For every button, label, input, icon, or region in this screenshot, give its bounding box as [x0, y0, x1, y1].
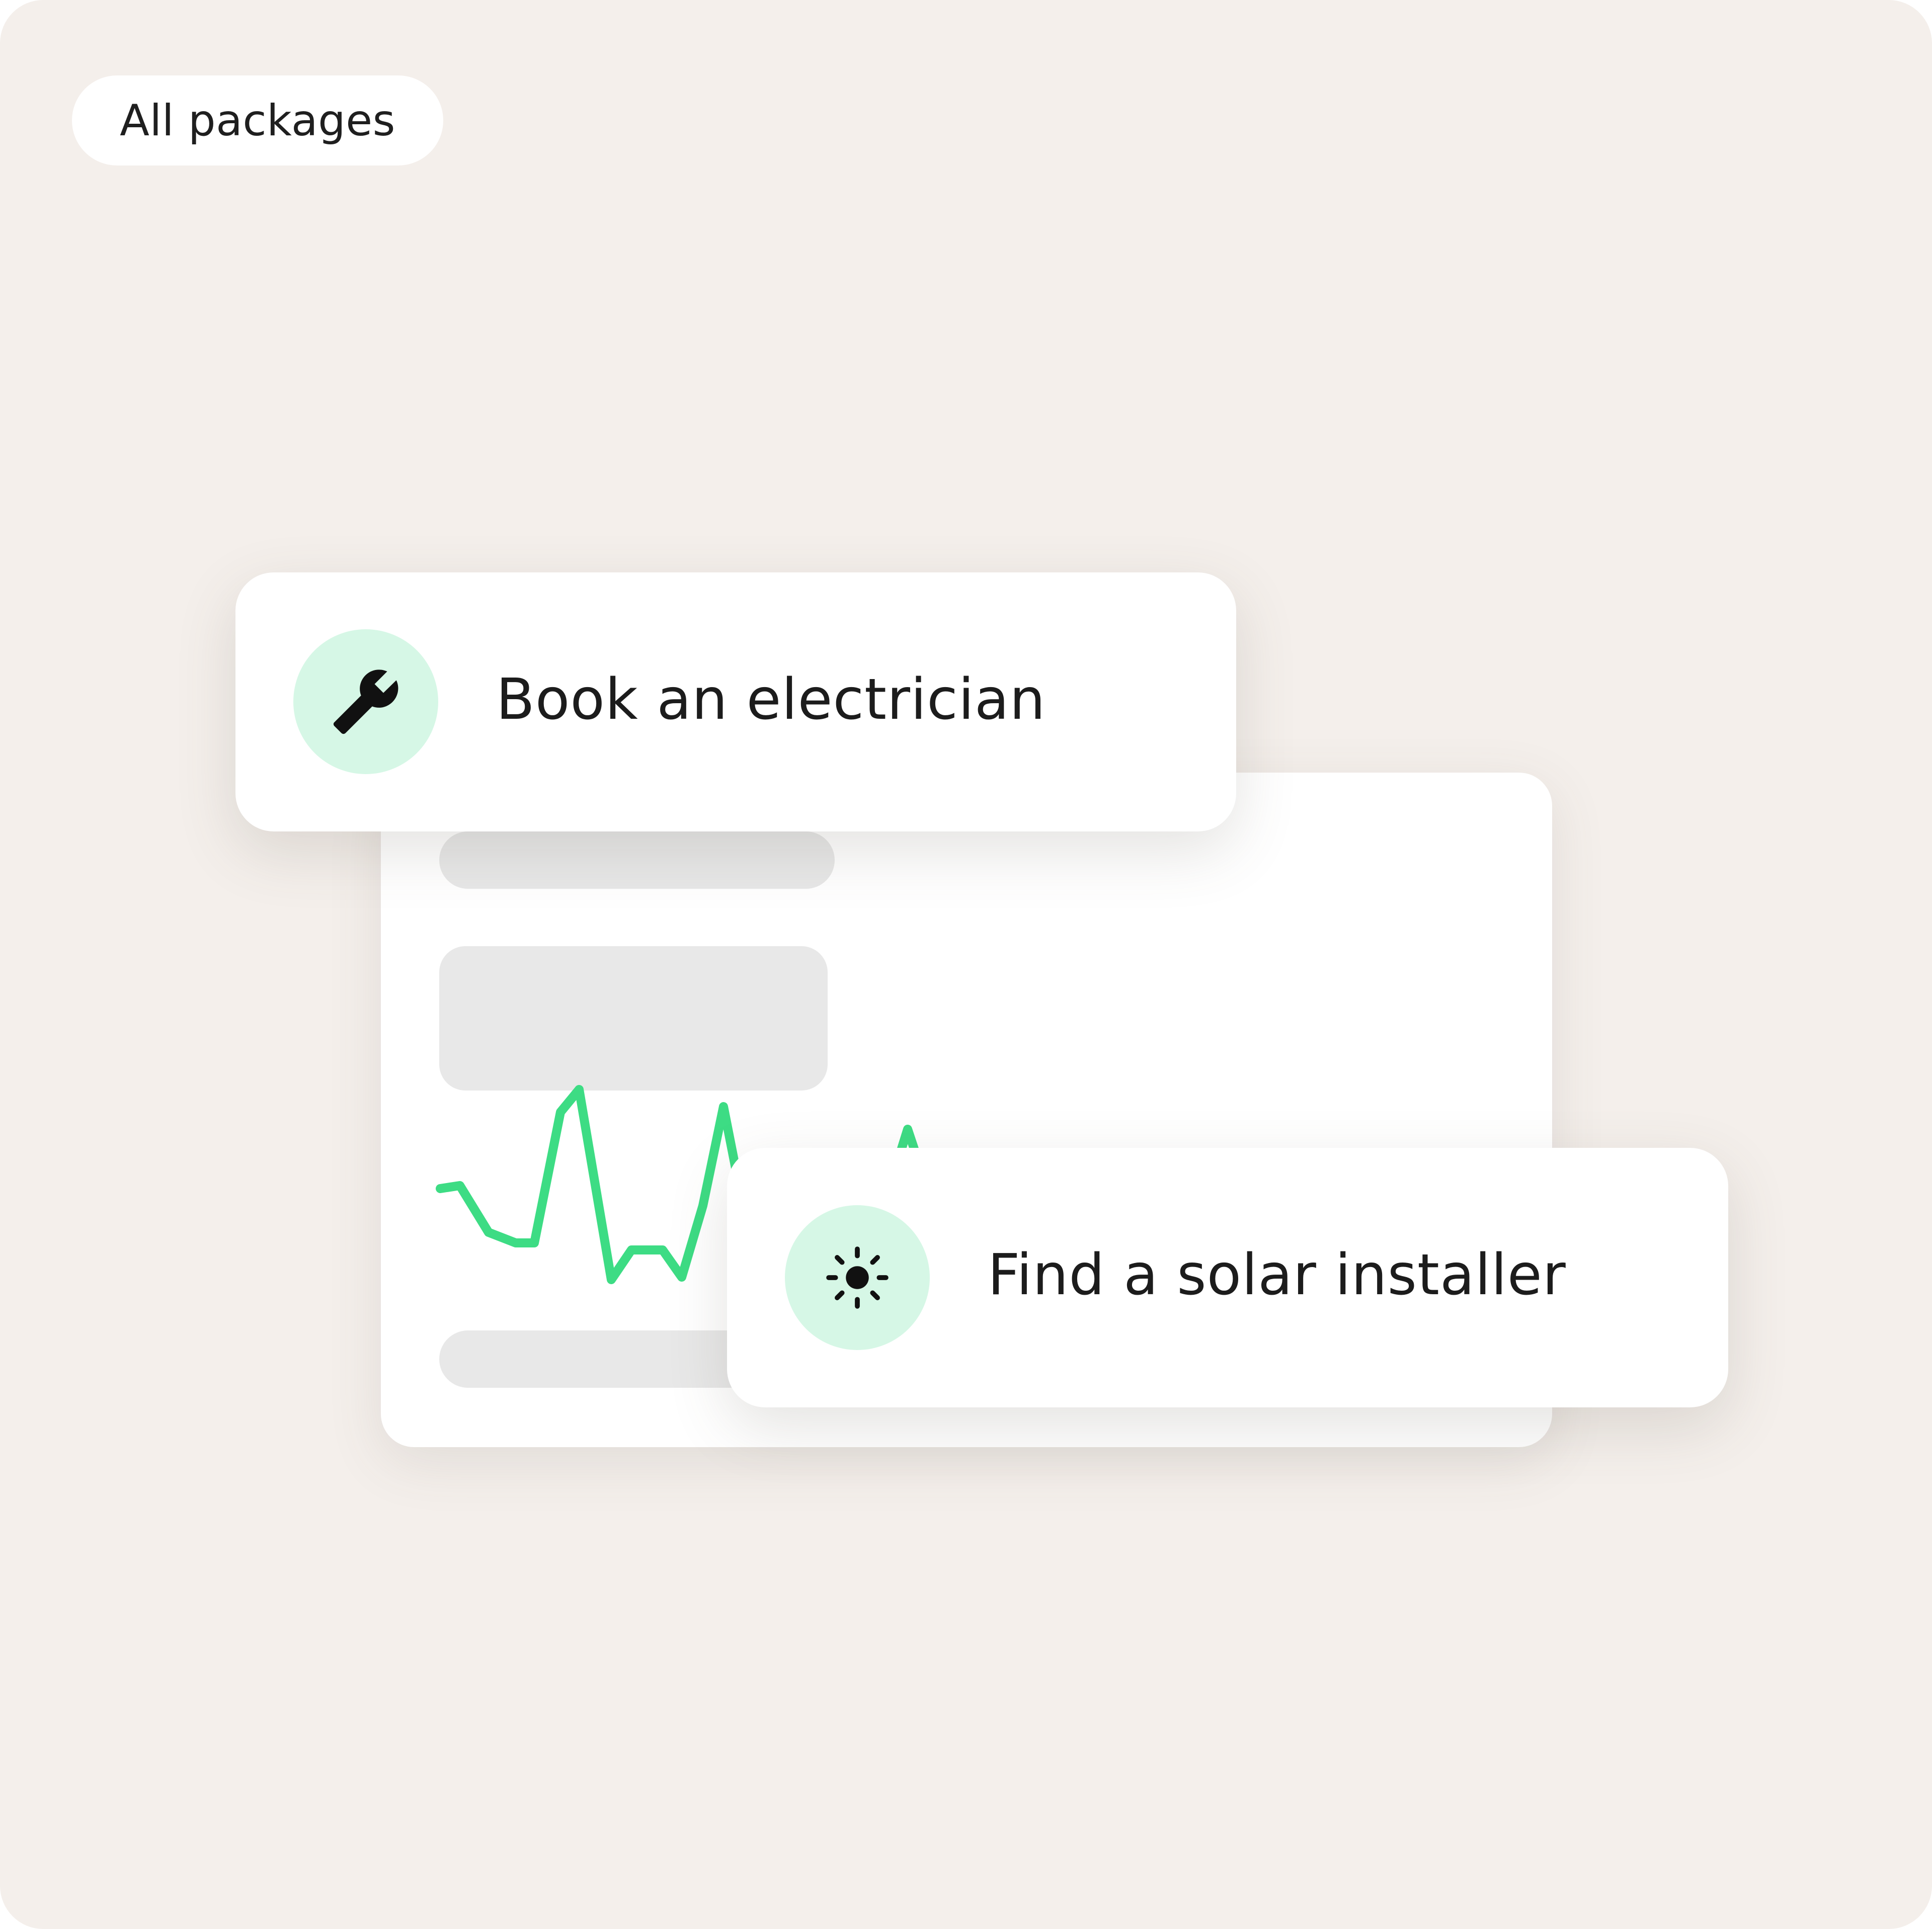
all-packages-chip[interactable]: All packages — [72, 75, 443, 165]
book-electrician-card[interactable]: Book an electrician — [235, 572, 1236, 831]
trend-line — [436, 1085, 741, 1284]
canvas-background: All packages Book an electrician Find a … — [0, 0, 1932, 1929]
wrench-icon — [333, 669, 398, 734]
all-packages-label: All packages — [120, 95, 395, 146]
find-solar-installer-card[interactable]: Find a solar installer — [727, 1148, 1728, 1407]
find-solar-installer-label: Find a solar installer — [988, 1242, 1566, 1308]
book-electrician-label: Book an electrician — [496, 667, 1046, 732]
wrench-icon-badge — [293, 629, 438, 774]
sun-icon — [826, 1246, 889, 1309]
sun-icon-badge — [785, 1205, 930, 1350]
